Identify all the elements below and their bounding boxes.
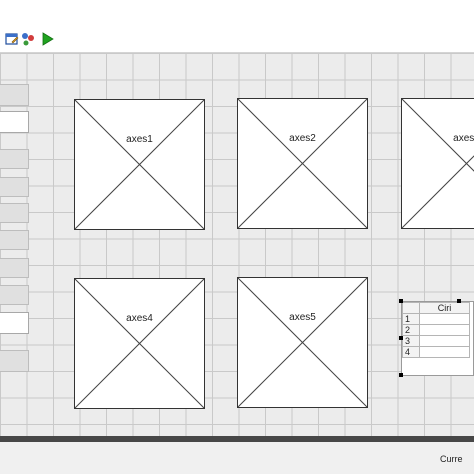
row-header: 3 (402, 335, 420, 347)
run-icon[interactable] (40, 32, 54, 46)
pushbutton-2[interactable] (0, 149, 29, 169)
axes-placeholder-cross (238, 99, 367, 228)
selection-handle[interactable] (399, 373, 403, 377)
layout-canvas[interactable]: axes1 axes2 axes3 axes4 axes5 (0, 53, 474, 436)
pushbutton-7[interactable] (0, 285, 29, 305)
pushbutton-4[interactable] (0, 203, 29, 223)
pushbutton-5[interactable] (0, 230, 29, 250)
axes-placeholder-cross (402, 99, 474, 228)
table-corner (402, 302, 420, 314)
table-row[interactable]: 4 (402, 346, 470, 358)
axes-placeholder-cross (75, 279, 204, 408)
editor-icon[interactable] (5, 32, 19, 46)
table-row[interactable]: 2 (402, 324, 470, 336)
table-row[interactable]: 3 (402, 335, 470, 347)
axes-placeholder-cross (75, 100, 204, 229)
axes-label: axes3 (453, 133, 474, 144)
status-text: Curre (440, 454, 463, 464)
table-grid: Ciri 1 2 3 4 (402, 302, 470, 358)
axes-2[interactable]: axes2 (237, 98, 368, 229)
table-cell[interactable] (419, 346, 470, 358)
row-header: 4 (402, 346, 420, 358)
pushbutton-3[interactable] (0, 177, 29, 197)
axes-label: axes4 (126, 313, 153, 324)
axes-label: axes2 (289, 133, 316, 144)
selection-handle[interactable] (399, 336, 403, 340)
axes-5[interactable]: axes5 (237, 277, 368, 408)
row-header: 2 (402, 324, 420, 336)
axes-3[interactable]: axes3 (401, 98, 474, 229)
table-cell[interactable] (419, 324, 470, 336)
table-row[interactable]: 1 (402, 313, 470, 325)
column-header[interactable]: Ciri (419, 302, 470, 314)
pushbutton-8[interactable] (0, 350, 29, 372)
pushbutton-6[interactable] (0, 258, 29, 278)
selection-handle[interactable] (457, 299, 461, 303)
axes-label: axes1 (126, 134, 153, 145)
toolbar (0, 0, 474, 53)
uitable[interactable]: Ciri 1 2 3 4 (401, 301, 474, 376)
axes-placeholder-cross (238, 278, 367, 407)
selection-handle[interactable] (399, 299, 403, 303)
edit-field-1[interactable] (0, 111, 29, 133)
table-cell[interactable] (419, 335, 470, 347)
table-cell[interactable] (419, 313, 470, 325)
property-inspector-icon[interactable] (21, 32, 35, 46)
pushbutton-1[interactable] (0, 84, 29, 106)
axes-label: axes5 (289, 312, 316, 323)
row-header: 1 (402, 313, 420, 325)
status-bar: Curre (0, 442, 474, 474)
axes-1[interactable]: axes1 (74, 99, 205, 230)
edit-field-2[interactable] (0, 312, 29, 334)
axes-4[interactable]: axes4 (74, 278, 205, 409)
